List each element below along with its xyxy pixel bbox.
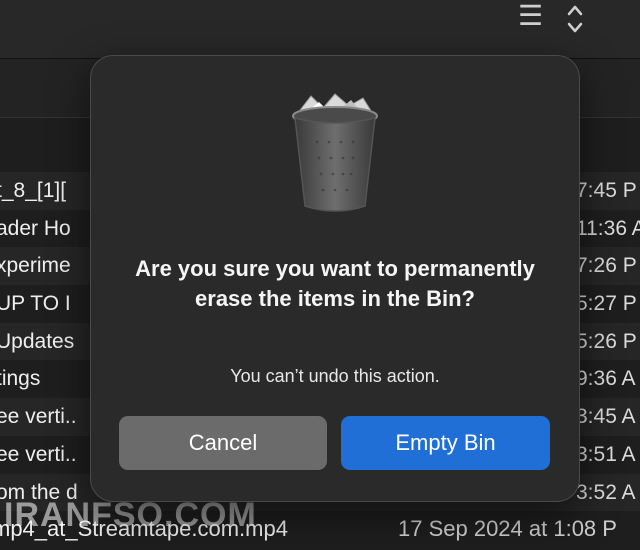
empty-bin-button[interactable]: Empty Bin [341, 416, 550, 470]
list-view-icon[interactable]: ☰ [518, 2, 543, 30]
file-name: xperime [0, 254, 71, 278]
file-name: t_8_[1][ [0, 179, 67, 202]
dialog-message: You can’t undo this action. [230, 366, 440, 386]
chevron-up-down-icon[interactable] [566, 2, 584, 36]
file-date: 3:45 A [576, 405, 636, 429]
file-date: 7:26 P [576, 254, 637, 278]
file-name: Updates [0, 329, 75, 353]
watermark-text: IRANFSO.COM [4, 496, 257, 534]
finder-toolbar: ☰ [0, 0, 640, 59]
cancel-button[interactable]: Cancel [119, 416, 327, 470]
file-date: 5:27 P [576, 292, 637, 316]
file-date: 3:51 A [576, 442, 636, 466]
file-name: ader Ho [0, 216, 71, 240]
file-date: 11:36 A [576, 216, 640, 240]
file-name: ee verti.. [0, 405, 77, 429]
file-date: 3:52 A [576, 480, 636, 504]
file-date: 17 Sep 2024 at 1:08 P [398, 516, 617, 541]
dialog-title: Are you sure you want to permanently era… [135, 256, 535, 311]
empty-bin-alert-dialog: Are you sure you want to permanently era… [91, 56, 579, 501]
file-name: tings [0, 367, 41, 391]
file-name: ee verti.. [0, 442, 77, 466]
file-date: 5:26 P [576, 329, 637, 353]
file-name: UP TO I [0, 292, 71, 316]
file-date: 7:45 P [576, 179, 637, 202]
file-date: 9:36 A [576, 367, 636, 391]
trash-bin-icon [277, 92, 393, 216]
